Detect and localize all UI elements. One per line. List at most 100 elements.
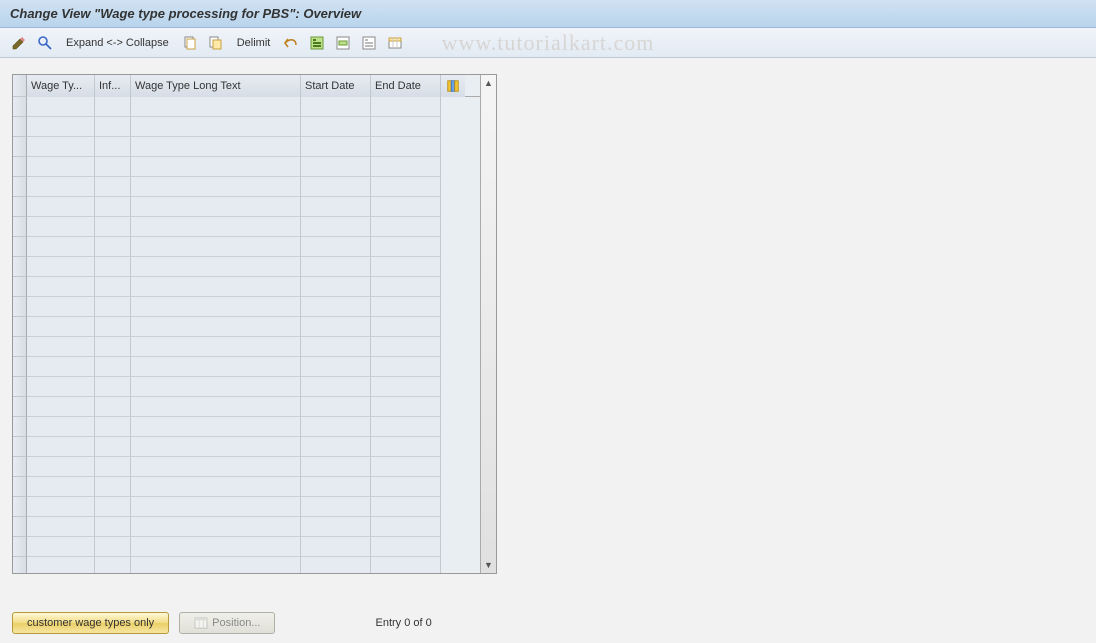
cell-inf[interactable] bbox=[95, 517, 131, 537]
cell-wage-type-long-text[interactable] bbox=[131, 297, 301, 317]
cell-wage-type[interactable] bbox=[27, 217, 95, 237]
cell-wage-type-long-text[interactable] bbox=[131, 137, 301, 157]
row-selector[interactable] bbox=[13, 157, 27, 177]
table-row[interactable] bbox=[13, 337, 480, 357]
table-row[interactable] bbox=[13, 117, 480, 137]
row-selector[interactable] bbox=[13, 377, 27, 397]
cell-wage-type-long-text[interactable] bbox=[131, 157, 301, 177]
row-selector[interactable] bbox=[13, 397, 27, 417]
table-row[interactable] bbox=[13, 277, 480, 297]
row-selector[interactable] bbox=[13, 237, 27, 257]
cell-wage-type-long-text[interactable] bbox=[131, 537, 301, 557]
table-settings-icon[interactable] bbox=[384, 33, 406, 53]
cell-end-date[interactable] bbox=[371, 317, 441, 337]
cell-inf[interactable] bbox=[95, 537, 131, 557]
cell-inf[interactable] bbox=[95, 417, 131, 437]
cell-start-date[interactable] bbox=[301, 97, 371, 117]
cell-inf[interactable] bbox=[95, 97, 131, 117]
cell-wage-type[interactable] bbox=[27, 237, 95, 257]
row-selector[interactable] bbox=[13, 417, 27, 437]
cell-inf[interactable] bbox=[95, 317, 131, 337]
table-row[interactable] bbox=[13, 237, 480, 257]
cell-inf[interactable] bbox=[95, 237, 131, 257]
cell-end-date[interactable] bbox=[371, 497, 441, 517]
position-button[interactable]: Position... bbox=[179, 612, 275, 634]
row-selector[interactable] bbox=[13, 137, 27, 157]
cell-wage-type[interactable] bbox=[27, 537, 95, 557]
cell-wage-type-long-text[interactable] bbox=[131, 417, 301, 437]
cell-start-date[interactable] bbox=[301, 217, 371, 237]
cell-wage-type[interactable] bbox=[27, 357, 95, 377]
cell-end-date[interactable] bbox=[371, 437, 441, 457]
cell-start-date[interactable] bbox=[301, 437, 371, 457]
row-selector[interactable] bbox=[13, 217, 27, 237]
select-block-icon[interactable] bbox=[332, 33, 354, 53]
scroll-up-icon[interactable]: ▲ bbox=[482, 76, 496, 90]
cell-end-date[interactable] bbox=[371, 477, 441, 497]
cell-start-date[interactable] bbox=[301, 117, 371, 137]
cell-end-date[interactable] bbox=[371, 197, 441, 217]
cell-inf[interactable] bbox=[95, 257, 131, 277]
cell-wage-type[interactable] bbox=[27, 197, 95, 217]
cell-start-date[interactable] bbox=[301, 557, 371, 573]
cell-wage-type[interactable] bbox=[27, 277, 95, 297]
column-header-wage-type[interactable]: Wage Ty... bbox=[27, 75, 95, 97]
cell-wage-type-long-text[interactable] bbox=[131, 437, 301, 457]
cell-end-date[interactable] bbox=[371, 337, 441, 357]
cell-wage-type-long-text[interactable] bbox=[131, 237, 301, 257]
cell-wage-type-long-text[interactable] bbox=[131, 197, 301, 217]
cell-inf[interactable] bbox=[95, 177, 131, 197]
row-selector[interactable] bbox=[13, 497, 27, 517]
row-selector[interactable] bbox=[13, 117, 27, 137]
cell-inf[interactable] bbox=[95, 117, 131, 137]
row-selector[interactable] bbox=[13, 557, 27, 573]
cell-inf[interactable] bbox=[95, 457, 131, 477]
cell-end-date[interactable] bbox=[371, 137, 441, 157]
column-header-inf[interactable]: Inf... bbox=[95, 75, 131, 97]
cell-wage-type[interactable] bbox=[27, 337, 95, 357]
cell-inf[interactable] bbox=[95, 397, 131, 417]
table-row[interactable] bbox=[13, 217, 480, 237]
cell-inf[interactable] bbox=[95, 297, 131, 317]
cell-wage-type[interactable] bbox=[27, 377, 95, 397]
cell-wage-type[interactable] bbox=[27, 497, 95, 517]
cell-wage-type[interactable] bbox=[27, 517, 95, 537]
cell-wage-type-long-text[interactable] bbox=[131, 517, 301, 537]
cell-end-date[interactable] bbox=[371, 277, 441, 297]
row-selector[interactable] bbox=[13, 97, 27, 117]
cell-wage-type[interactable] bbox=[27, 257, 95, 277]
row-selector[interactable] bbox=[13, 297, 27, 317]
table-row[interactable] bbox=[13, 477, 480, 497]
row-selector[interactable] bbox=[13, 177, 27, 197]
cell-wage-type[interactable] bbox=[27, 317, 95, 337]
cell-start-date[interactable] bbox=[301, 317, 371, 337]
table-row[interactable] bbox=[13, 497, 480, 517]
cell-wage-type[interactable] bbox=[27, 97, 95, 117]
cell-wage-type[interactable] bbox=[27, 417, 95, 437]
cell-wage-type[interactable] bbox=[27, 117, 95, 137]
row-selector[interactable] bbox=[13, 337, 27, 357]
table-row[interactable] bbox=[13, 197, 480, 217]
cell-wage-type[interactable] bbox=[27, 397, 95, 417]
table-row[interactable] bbox=[13, 357, 480, 377]
table-row[interactable] bbox=[13, 397, 480, 417]
column-header-wage-type-long-text[interactable]: Wage Type Long Text bbox=[131, 75, 301, 97]
row-selector-header[interactable] bbox=[13, 75, 27, 97]
cell-inf[interactable] bbox=[95, 217, 131, 237]
cell-wage-type-long-text[interactable] bbox=[131, 377, 301, 397]
cell-start-date[interactable] bbox=[301, 277, 371, 297]
cell-start-date[interactable] bbox=[301, 537, 371, 557]
column-header-end-date[interactable]: End Date bbox=[371, 75, 441, 97]
cell-end-date[interactable] bbox=[371, 377, 441, 397]
row-selector[interactable] bbox=[13, 437, 27, 457]
cell-wage-type-long-text[interactable] bbox=[131, 557, 301, 573]
cell-end-date[interactable] bbox=[371, 397, 441, 417]
cell-wage-type-long-text[interactable] bbox=[131, 117, 301, 137]
cell-wage-type-long-text[interactable] bbox=[131, 497, 301, 517]
cell-start-date[interactable] bbox=[301, 197, 371, 217]
table-row[interactable] bbox=[13, 377, 480, 397]
cell-start-date[interactable] bbox=[301, 297, 371, 317]
cell-start-date[interactable] bbox=[301, 257, 371, 277]
cell-end-date[interactable] bbox=[371, 537, 441, 557]
cell-wage-type[interactable] bbox=[27, 477, 95, 497]
